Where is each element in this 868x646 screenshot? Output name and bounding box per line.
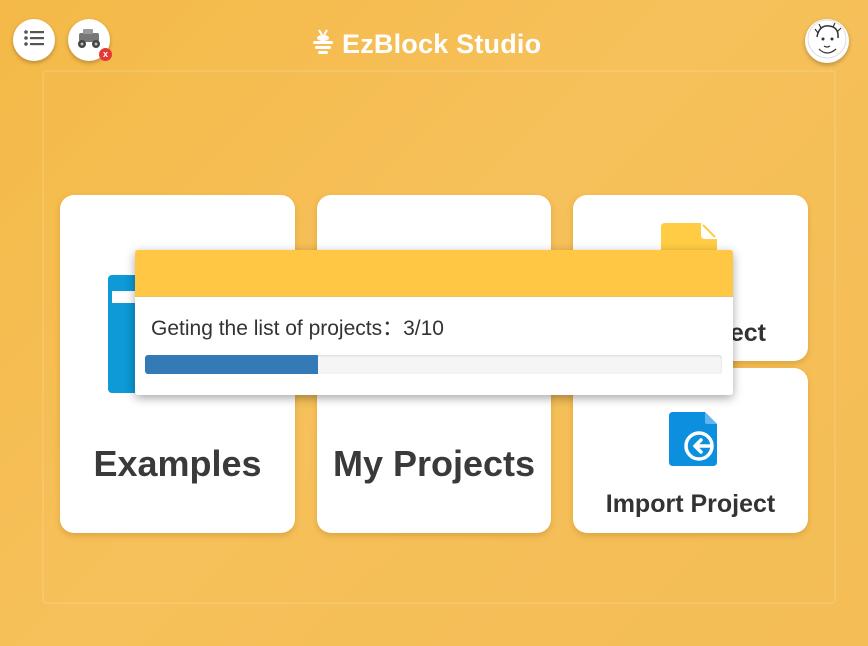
user-avatar-button[interactable] [805,19,849,63]
progress-bar [145,355,722,374]
progress-fill [145,355,319,374]
my-projects-label: My Projects [332,443,536,484]
list-icon [23,29,45,52]
device-connection-button[interactable]: x [68,19,112,61]
disconnected-badge: x [99,48,112,61]
loading-dialog: Geting the list of projects：3/10 [135,250,733,395]
import-project-label: Import Project [605,490,776,518]
dialog-header [135,250,733,297]
loading-message: Geting the list of projects：3/10 [151,317,444,340]
app-title: EzBlock Studio [342,28,542,59]
menu-button[interactable] [13,19,55,61]
import-file-icon [669,412,719,471]
new-project-label: ect [729,319,766,347]
user-avatar-icon [807,19,847,64]
app-brand: EzBlock Studio [310,26,541,62]
bee-logo-icon [310,28,336,61]
examples-label: Examples [93,443,262,484]
